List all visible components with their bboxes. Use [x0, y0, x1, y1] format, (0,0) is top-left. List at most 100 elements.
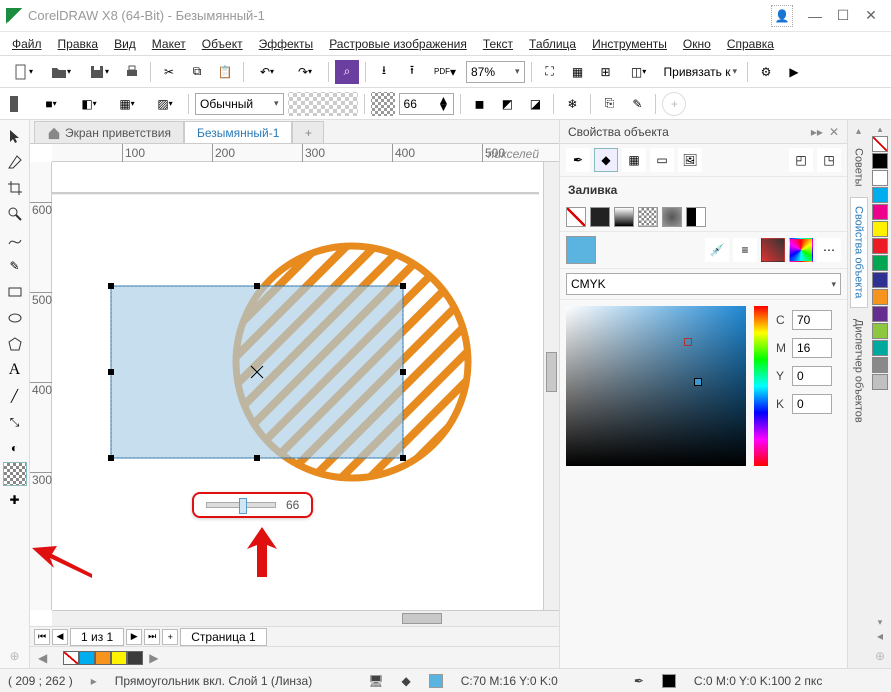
menu-help[interactable]: Справка: [721, 35, 780, 53]
fill-uniform-button[interactable]: [590, 207, 610, 227]
docker-close-icon[interactable]: ✕: [829, 125, 839, 139]
canvas[interactable]: 66: [52, 162, 559, 610]
dimension-tool[interactable]: ╱: [3, 384, 27, 408]
add-tool-button[interactable]: ⊕: [3, 644, 27, 668]
c-input[interactable]: [792, 310, 832, 330]
ruler-horizontal[interactable]: 100 200 300 400 500 пикселей: [52, 144, 559, 162]
connector-tool[interactable]: ⤡: [3, 410, 27, 434]
menu-text[interactable]: Текст: [477, 35, 519, 53]
color-field[interactable]: [566, 306, 746, 466]
close-button[interactable]: ✕: [857, 2, 885, 30]
palette-swatch[interactable]: [872, 340, 888, 356]
fountain-transparency-button[interactable]: ◧▾: [72, 92, 106, 116]
undo-button[interactable]: ↶▾: [250, 60, 284, 84]
add-button[interactable]: +: [662, 92, 686, 116]
canvas-rectangle-object[interactable]: [107, 282, 407, 462]
palette-swatch[interactable]: [872, 204, 888, 220]
monitor-icon[interactable]: 🖥: [368, 674, 383, 688]
menu-file[interactable]: Файл: [6, 35, 48, 53]
freehand-tool[interactable]: [3, 228, 27, 252]
current-fill-swatch[interactable]: [566, 236, 596, 264]
texture-transparency-button[interactable]: ▨▾: [148, 92, 182, 116]
pen-icon[interactable]: ✒: [634, 674, 644, 688]
color-sliders-button[interactable]: ≡: [733, 238, 757, 262]
import-button[interactable]: ⭳: [372, 60, 396, 84]
shape-tool[interactable]: [3, 150, 27, 174]
uniform-transparency-button[interactable]: ■▾: [34, 92, 68, 116]
eyedropper-tool[interactable]: ✚: [3, 488, 27, 512]
scrollbar-h-thumb[interactable]: [402, 613, 442, 624]
eyedropper-button[interactable]: 💉: [705, 238, 729, 262]
blend-mode-combo[interactable]: ▾: [195, 93, 284, 115]
edit-button[interactable]: ✎: [625, 92, 649, 116]
options-button[interactable]: ⚙: [754, 60, 778, 84]
redo-button[interactable]: ↷▾: [288, 60, 322, 84]
palette-swatch-none[interactable]: [872, 136, 888, 152]
menu-layout[interactable]: Макет: [146, 35, 192, 53]
tab-welcome[interactable]: Экран приветствия: [34, 121, 184, 143]
frame-tab-icon[interactable]: ▭: [650, 148, 674, 172]
guides-button[interactable]: ◫▾: [622, 60, 656, 84]
palette-swatch[interactable]: [872, 306, 888, 322]
pdf-button[interactable]: PDF▾: [428, 60, 462, 84]
page-prev-button[interactable]: ◀: [52, 629, 68, 645]
menu-edit[interactable]: Правка: [52, 35, 105, 53]
pattern-transparency-button[interactable]: ▦▾: [110, 92, 144, 116]
palette-swatch[interactable]: [872, 170, 888, 186]
transparency-tab-icon[interactable]: ▦: [622, 148, 646, 172]
ellipse-tool[interactable]: [3, 306, 27, 330]
opacity-slider[interactable]: [206, 502, 276, 508]
palette-add-button[interactable]: ⊕: [868, 644, 891, 668]
page-tab-1[interactable]: Страница 1: [180, 628, 266, 646]
mini-color-palette[interactable]: [63, 651, 143, 665]
print-button[interactable]: [120, 60, 144, 84]
fill-tab-icon[interactable]: ◆: [594, 148, 618, 172]
palette-swatch[interactable]: [872, 357, 888, 373]
opacity-input[interactable]: [404, 97, 434, 111]
page-next-button[interactable]: ▶: [126, 629, 142, 645]
grid-button[interactable]: ⊞: [594, 60, 618, 84]
mini-swatch-none[interactable]: [63, 651, 79, 665]
palette-scroll-right[interactable]: ▶: [149, 651, 158, 665]
palette-swatch[interactable]: [872, 272, 888, 288]
edit-transparency-button[interactable]: [6, 92, 30, 116]
new-button[interactable]: ▾: [6, 60, 40, 84]
transparency-preview-icon[interactable]: [288, 92, 358, 116]
transparency-tool[interactable]: [3, 462, 27, 486]
menu-table[interactable]: Таблица: [523, 35, 582, 53]
m-input[interactable]: [792, 338, 832, 358]
fill-pattern-button[interactable]: [638, 207, 658, 227]
side-tab-object-manager[interactable]: Диспетчер объектов: [850, 310, 868, 432]
palettes-button[interactable]: [789, 238, 813, 262]
apply-fill-button[interactable]: ◩: [495, 92, 519, 116]
mini-swatch[interactable]: [95, 651, 111, 665]
palette-expand-icon[interactable]: ◂: [877, 629, 883, 643]
opacity-combo[interactable]: ▲▼: [399, 93, 455, 115]
save-button[interactable]: ▾: [82, 60, 116, 84]
palette-swatch[interactable]: [872, 374, 888, 390]
rulers-button[interactable]: ▦: [566, 60, 590, 84]
minimize-button[interactable]: —: [801, 2, 829, 30]
blend-mode-input[interactable]: [200, 97, 270, 111]
snap-combo[interactable]: Привязать к▾: [660, 61, 742, 83]
fill-bucket-icon[interactable]: ◆: [401, 674, 410, 688]
palette-down-icon[interactable]: ▾: [878, 617, 883, 628]
fill-texture-button[interactable]: [662, 207, 682, 227]
docker-mode1-icon[interactable]: ◰: [789, 148, 813, 172]
mini-swatch[interactable]: [127, 651, 143, 665]
maximize-button[interactable]: ☐: [829, 2, 857, 30]
color-viewers-button[interactable]: [761, 238, 785, 262]
color-target-new[interactable]: [694, 378, 702, 386]
palette-swatch[interactable]: [872, 255, 888, 271]
palette-up-icon[interactable]: ▴: [878, 124, 883, 135]
user-badge-icon[interactable]: 👤: [771, 5, 793, 27]
fullscreen-button[interactable]: ⛶: [538, 60, 562, 84]
menu-object[interactable]: Объект: [196, 35, 249, 53]
export-button[interactable]: ⭱: [400, 60, 424, 84]
dropshadow-tool[interactable]: ◐: [3, 436, 27, 460]
outline-tab-icon[interactable]: ✒: [566, 148, 590, 172]
status-outline-swatch[interactable]: [662, 674, 676, 688]
mini-swatch[interactable]: [79, 651, 95, 665]
hue-slider[interactable]: [754, 306, 768, 466]
side-tab-hints[interactable]: Советы: [850, 139, 868, 195]
